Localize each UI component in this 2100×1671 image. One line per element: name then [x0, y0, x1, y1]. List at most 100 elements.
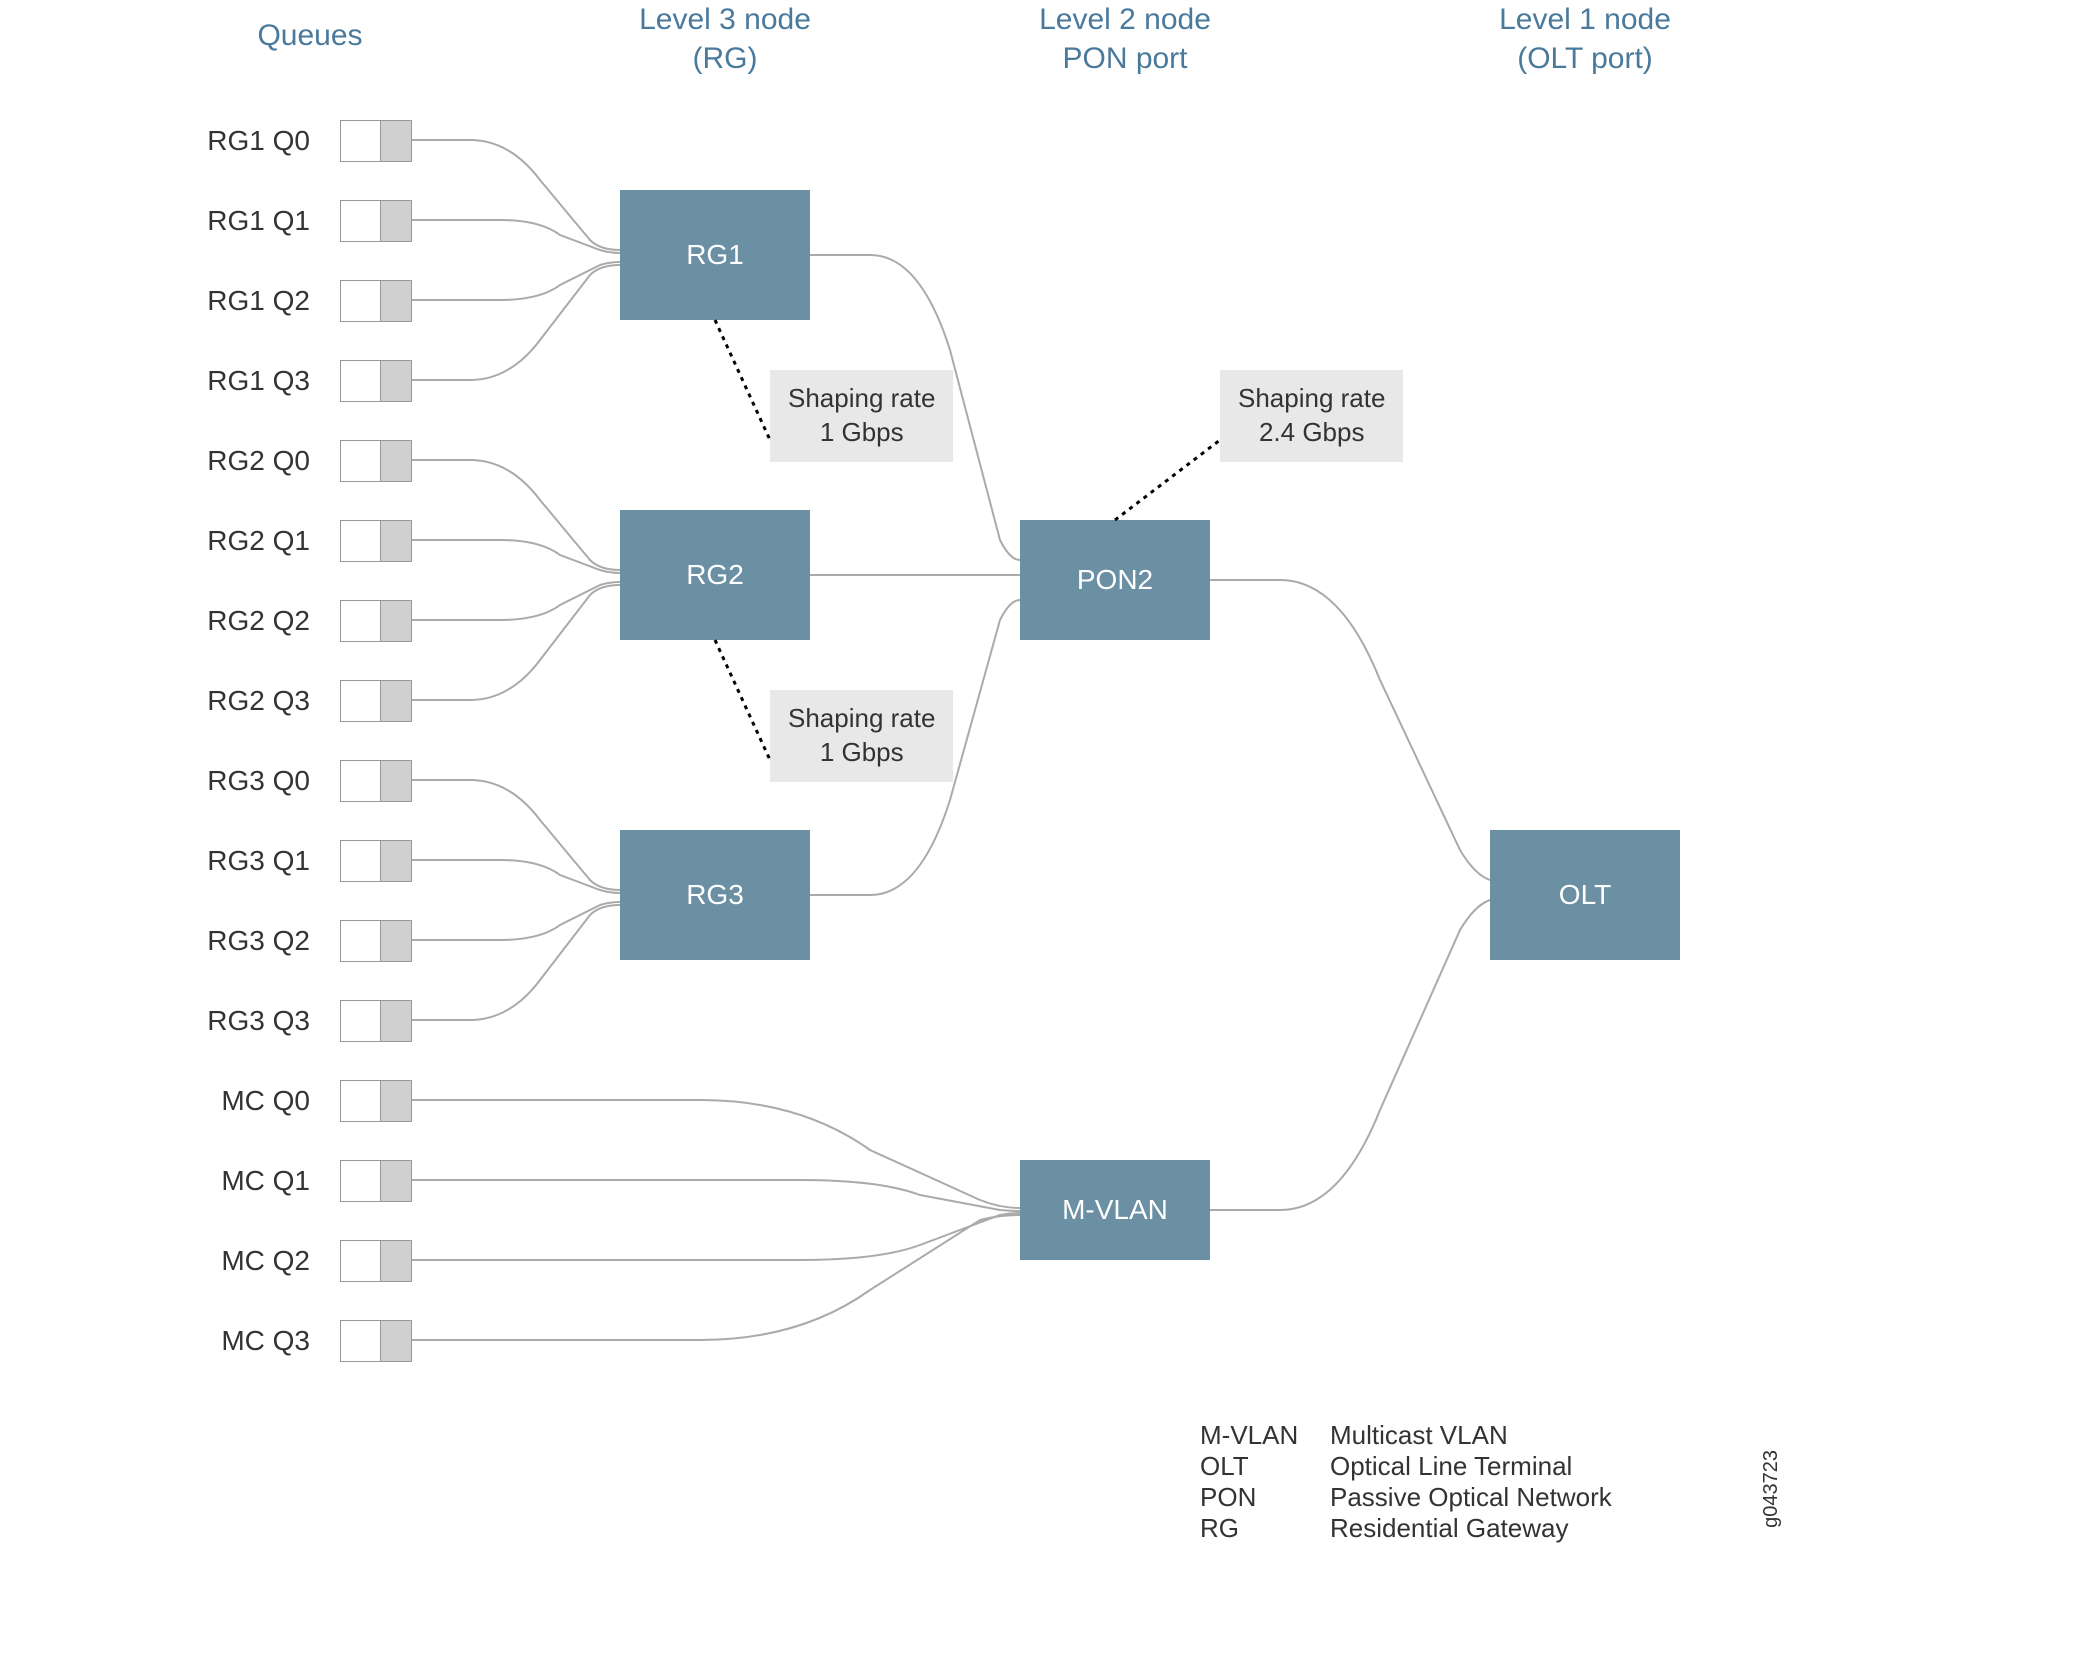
col-header-level1-line2: (OLT port)	[1517, 42, 1653, 75]
col-header-level3-line2: (RG)	[693, 42, 758, 75]
edge-q-rg2-0	[412, 460, 620, 570]
queue-box-fill	[380, 1081, 411, 1121]
edge-q-mc-1	[412, 1180, 1020, 1211]
queue-label: MC Q0	[190, 1085, 310, 1117]
queue-box-fill	[380, 441, 411, 481]
queue-label: MC Q1	[190, 1165, 310, 1197]
queue-box-fill	[380, 921, 411, 961]
queue-label: RG3 Q3	[190, 1005, 310, 1037]
annotation-line: Shaping rate	[1238, 383, 1385, 413]
node-rg2: RG2	[620, 510, 810, 640]
annotation-line: 1 Gbps	[820, 737, 904, 767]
edge-mvlan-olt	[1210, 900, 1490, 1210]
edge-q-rg3-1	[412, 860, 620, 893]
queue-box-fill	[380, 841, 411, 881]
queue-box-fill	[380, 521, 411, 561]
queue-label: RG1 Q3	[190, 365, 310, 397]
edge-q-rg1-3	[412, 265, 620, 380]
col-header-level2: Level 2 node PON port	[1010, 0, 1240, 78]
queue-label: RG3 Q2	[190, 925, 310, 957]
annotation-line: Shaping rate	[788, 383, 935, 413]
legend-term: OLT	[1200, 1451, 1330, 1482]
annotation-line: 2.4 Gbps	[1259, 417, 1365, 447]
queue-box-fill	[380, 1161, 411, 1201]
queue-box	[340, 520, 412, 562]
queue-box	[340, 1080, 412, 1122]
queue-box	[340, 280, 412, 322]
queue-box	[340, 360, 412, 402]
queue-box	[340, 1320, 412, 1362]
legend-def: Residential Gateway	[1330, 1513, 1568, 1543]
edge-q-rg1-2	[412, 262, 620, 300]
legend-row: PONPassive Optical Network	[1200, 1482, 1612, 1513]
queue-box-fill	[380, 601, 411, 641]
figure-id: g043723	[1760, 1450, 1783, 1528]
queue-label: RG1 Q1	[190, 205, 310, 237]
queue-box-fill	[380, 201, 411, 241]
node-mvlan: M-VLAN	[1020, 1160, 1210, 1260]
edge-q-rg2-1	[412, 540, 620, 573]
edge-q-rg3-2	[412, 902, 620, 940]
legend-row: RGResidential Gateway	[1200, 1513, 1612, 1544]
legend-row: OLTOptical Line Terminal	[1200, 1451, 1612, 1482]
queue-box	[340, 760, 412, 802]
queue-box-fill	[380, 761, 411, 801]
dotted-rg1-anno	[715, 320, 770, 440]
queue-box	[340, 1160, 412, 1202]
legend-def: Multicast VLAN	[1330, 1420, 1508, 1450]
edge-q-rg1-0	[412, 140, 620, 250]
legend-def: Optical Line Terminal	[1330, 1451, 1572, 1481]
col-header-level2-line2: PON port	[1062, 42, 1187, 75]
col-header-level3-line1: Level 3 node	[639, 3, 811, 36]
queue-box	[340, 440, 412, 482]
edge-q-rg1-1	[412, 220, 620, 253]
col-header-level3: Level 3 node (RG)	[610, 0, 840, 78]
queue-box-fill	[380, 1001, 411, 1041]
queue-box-fill	[380, 1321, 411, 1361]
queue-label: RG2 Q3	[190, 685, 310, 717]
edge-q-mc-2	[412, 1213, 1020, 1260]
annotation-line: Shaping rate	[788, 703, 935, 733]
queue-label: RG3 Q0	[190, 765, 310, 797]
node-rg3: RG3	[620, 830, 810, 960]
queue-box	[340, 200, 412, 242]
queue-label: RG2 Q1	[190, 525, 310, 557]
legend-term: M-VLAN	[1200, 1420, 1330, 1451]
queue-box-fill	[380, 281, 411, 321]
annotation-line: 1 Gbps	[820, 417, 904, 447]
queue-box-fill	[380, 681, 411, 721]
node-olt: OLT	[1490, 830, 1680, 960]
queue-box-fill	[380, 361, 411, 401]
node-rg1: RG1	[620, 190, 810, 320]
queue-label: RG2 Q0	[190, 445, 310, 477]
queue-label: RG3 Q1	[190, 845, 310, 877]
queue-box	[340, 680, 412, 722]
col-header-queues: Queues	[230, 16, 390, 55]
annotation-shaping-rg23: Shaping rate 1 Gbps	[770, 690, 953, 782]
dotted-rg2-anno	[715, 640, 770, 760]
connectors-overlay	[0, 0, 2020, 1600]
edge-q-mc-3	[412, 1215, 1020, 1340]
queue-label: RG2 Q2	[190, 605, 310, 637]
legend-row: M-VLANMulticast VLAN	[1200, 1420, 1612, 1451]
node-pon2: PON2	[1020, 520, 1210, 640]
col-header-level1-line1: Level 1 node	[1499, 3, 1671, 36]
legend-term: RG	[1200, 1513, 1330, 1544]
annotation-shaping-rg12: Shaping rate 1 Gbps	[770, 370, 953, 462]
col-header-level1: Level 1 node (OLT port)	[1470, 0, 1700, 78]
edge-q-rg2-3	[412, 585, 620, 700]
col-header-level2-line1: Level 2 node	[1039, 3, 1211, 36]
legend-term: PON	[1200, 1482, 1330, 1513]
queue-label: MC Q3	[190, 1325, 310, 1357]
legend: M-VLANMulticast VLAN OLTOptical Line Ter…	[1200, 1420, 1612, 1544]
edge-q-rg2-2	[412, 582, 620, 620]
queue-box-fill	[380, 1241, 411, 1281]
queue-box	[340, 1240, 412, 1282]
queue-label: RG1 Q0	[190, 125, 310, 157]
edge-q-mc-0	[412, 1100, 1020, 1208]
queue-label: RG1 Q2	[190, 285, 310, 317]
queue-box	[340, 840, 412, 882]
annotation-shaping-pon: Shaping rate 2.4 Gbps	[1220, 370, 1403, 462]
edge-pon2-olt	[1210, 580, 1490, 880]
queue-box-fill	[380, 121, 411, 161]
